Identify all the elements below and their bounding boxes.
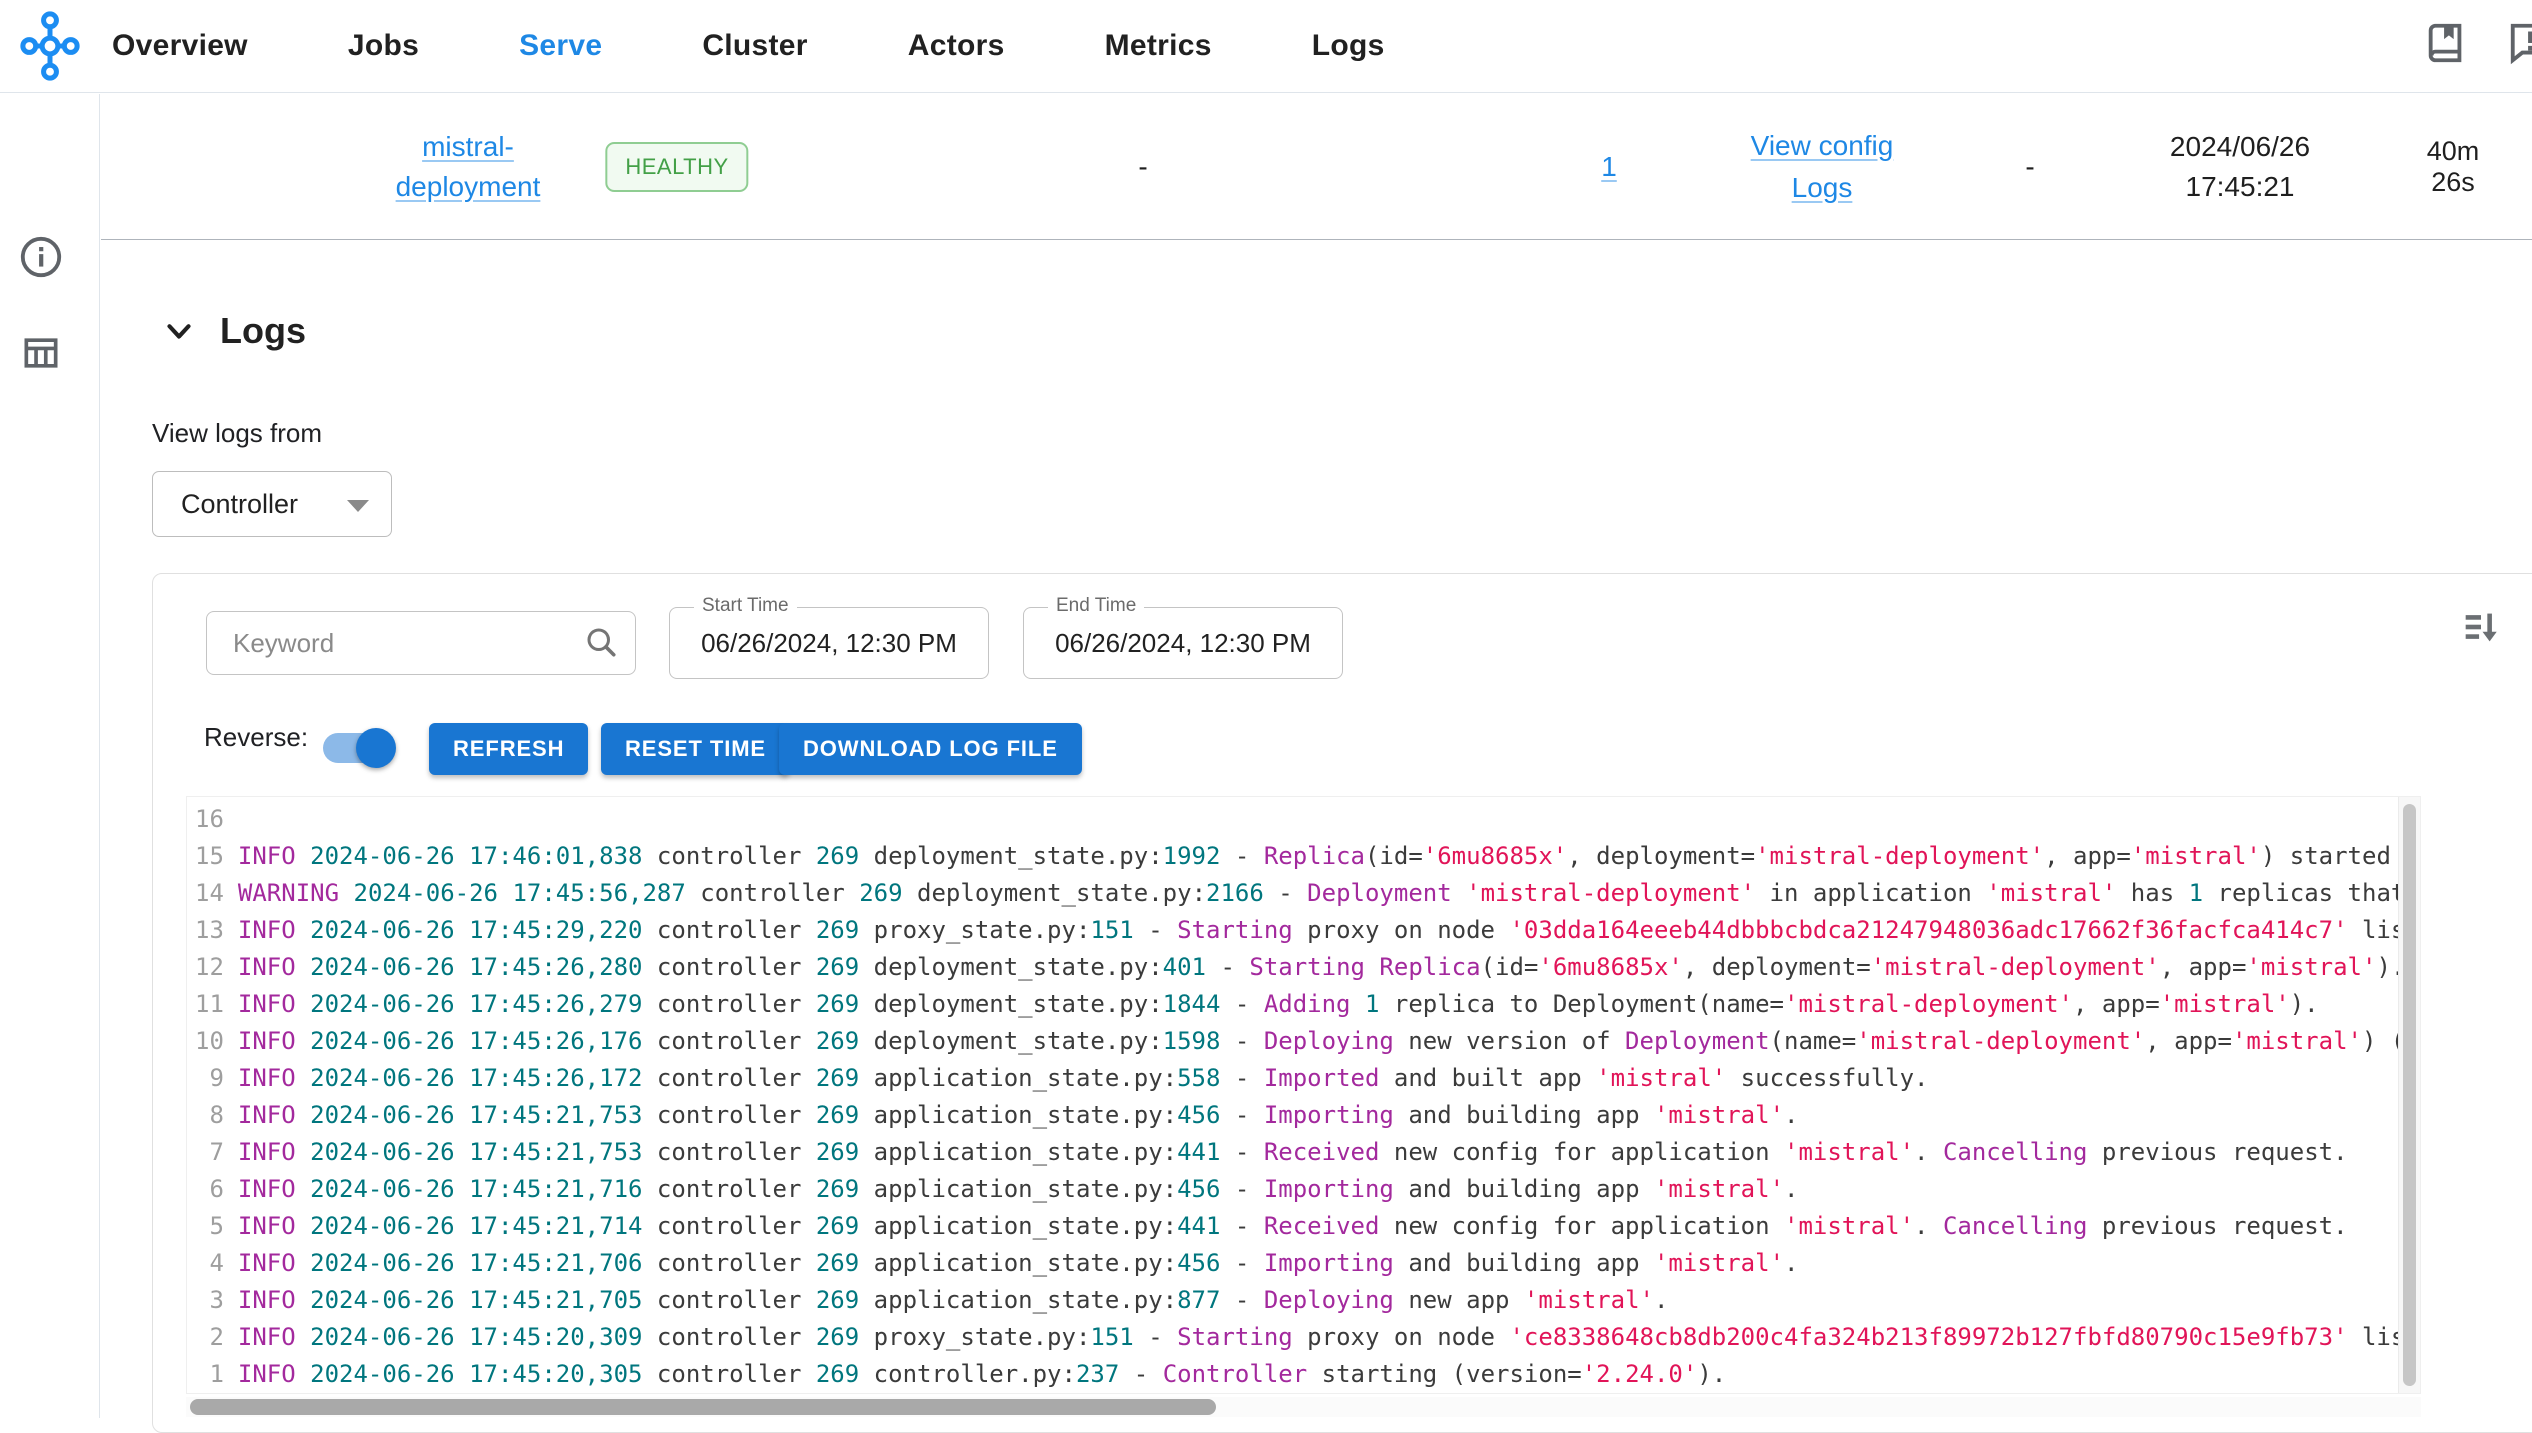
log-line: 9 INFO 2024-06-26 17:45:26,172 controller… bbox=[209, 1064, 1929, 1092]
deployment-name-link[interactable]: mistral-deployment bbox=[396, 131, 541, 202]
table-view-icon[interactable] bbox=[17, 330, 65, 378]
keyword-search-field bbox=[206, 611, 636, 675]
log-source-select[interactable]: Controller bbox=[152, 471, 392, 537]
log-output-box: 16 15 INFO 2024-06-26 17:46:01,838 control… bbox=[186, 796, 2421, 1394]
log-line: 14 WARNING 2024-06-26 17:45:56,287 contro… bbox=[195, 879, 2406, 907]
log-line: 5 INFO 2024-06-26 17:45:21,714 controller… bbox=[209, 1212, 2348, 1240]
start-time-field: Start Time bbox=[669, 595, 989, 679]
log-line: 12 INFO 2024-06-26 17:45:26,280 controlle… bbox=[195, 953, 2406, 981]
info-icon[interactable] bbox=[17, 234, 65, 282]
keyword-input[interactable] bbox=[233, 627, 581, 659]
reverse-toggle[interactable] bbox=[323, 728, 396, 768]
end-time-input[interactable] bbox=[1024, 608, 1342, 678]
chevron-down-icon[interactable] bbox=[160, 312, 198, 350]
row-logs-link[interactable]: Logs bbox=[1792, 172, 1853, 203]
actions-cell: View config Logs bbox=[1751, 125, 1894, 209]
logs-section-header[interactable]: Logs bbox=[160, 310, 306, 352]
left-rail bbox=[0, 94, 100, 1418]
replicas-cell: 1 bbox=[1601, 151, 1617, 183]
refresh-button[interactable]: REFRESH bbox=[429, 723, 589, 775]
toggle-thumb bbox=[356, 728, 396, 768]
logs-section-title: Logs bbox=[220, 310, 306, 351]
nav-tab-metrics[interactable]: Metrics bbox=[1105, 29, 1212, 63]
horizontal-scrollbar-thumb[interactable] bbox=[190, 1399, 1216, 1415]
duration-cell: 40m 26s bbox=[2426, 135, 2480, 197]
log-line: 10 INFO 2024-06-26 17:45:26,176 controlle… bbox=[195, 1027, 2406, 1055]
end-time-field: End Time bbox=[1023, 595, 1343, 679]
feedback-icon[interactable] bbox=[2506, 20, 2532, 68]
horizontal-scrollbar[interactable] bbox=[186, 1397, 2421, 1417]
empty-cell: - bbox=[2025, 150, 2035, 182]
end-time-label: End Time bbox=[1048, 595, 1145, 617]
status-message-cell: - bbox=[1138, 150, 1148, 182]
status-badge: HEALTHY bbox=[605, 141, 749, 192]
log-line: 2 INFO 2024-06-26 17:45:20,309 controller… bbox=[209, 1323, 2406, 1351]
reset-time-button[interactable]: RESET TIME bbox=[601, 723, 791, 775]
nav-tab-actors[interactable]: Actors bbox=[908, 29, 1005, 63]
view-logs-from-label: View logs from bbox=[152, 418, 323, 448]
ray-logo bbox=[20, 11, 80, 81]
start-time-input[interactable] bbox=[670, 608, 988, 678]
log-line: 8 INFO 2024-06-26 17:45:21,753 controller… bbox=[209, 1101, 1799, 1129]
log-line: 15 INFO 2024-06-26 17:46:01,838 controlle… bbox=[195, 842, 2420, 870]
vertical-scrollbar-thumb[interactable] bbox=[2403, 804, 2416, 1386]
log-line: 6 INFO 2024-06-26 17:45:21,716 controller… bbox=[209, 1175, 1799, 1203]
log-line: 7 INFO 2024-06-26 17:45:21,753 controller… bbox=[209, 1138, 2348, 1166]
deployment-name-cell: mistral-deployment bbox=[388, 127, 548, 207]
nav-tab-overview[interactable]: Overview bbox=[112, 29, 248, 63]
nav-tab-cluster[interactable]: Cluster bbox=[702, 29, 807, 63]
log-viewer-card: Start Time End Time Reverse: REFRESH RES… bbox=[152, 573, 2532, 1433]
vertical-scrollbar[interactable] bbox=[2398, 797, 2420, 1393]
top-nav-bar: Overview Jobs Serve Cluster Actors Metri… bbox=[0, 0, 2532, 93]
log-line: 4 INFO 2024-06-26 17:45:21,706 controller… bbox=[209, 1249, 1799, 1277]
log-line: 13 INFO 2024-06-26 17:45:29,220 controlle… bbox=[195, 916, 2406, 944]
log-line: 1 INFO 2024-06-26 17:45:20,305 controller… bbox=[209, 1360, 1727, 1388]
log-lines: 16 15 INFO 2024-06-26 17:46:01,838 control… bbox=[187, 797, 2420, 1393]
log-line: 16 bbox=[195, 805, 224, 833]
reverse-toggle-label: Reverse: bbox=[204, 722, 309, 752]
nav-tab-jobs[interactable]: Jobs bbox=[348, 29, 419, 63]
select-dropdown-arrow-icon bbox=[347, 500, 369, 512]
log-line: 11 INFO 2024-06-26 17:45:26,279 controlle… bbox=[195, 990, 2319, 1018]
search-icon[interactable] bbox=[581, 623, 621, 663]
started-at-cell: 2024/06/26 17:45:21 bbox=[2169, 130, 2311, 202]
deployment-status-cell: HEALTHY bbox=[605, 141, 749, 192]
docs-book-icon[interactable] bbox=[2422, 20, 2470, 68]
log-source-selected-value: Controller bbox=[181, 488, 299, 519]
nav-tab-serve[interactable]: Serve bbox=[519, 29, 602, 63]
view-config-link[interactable]: View config bbox=[1751, 130, 1894, 161]
nav-tabs: Overview Jobs Serve Cluster Actors Metri… bbox=[112, 29, 1385, 63]
start-time-label: Start Time bbox=[694, 595, 797, 617]
log-line: 3 INFO 2024-06-26 17:45:21,705 controller… bbox=[209, 1286, 1669, 1314]
sort-descending-icon[interactable] bbox=[2457, 604, 2505, 652]
download-log-file-button[interactable]: DOWNLOAD LOG FILE bbox=[779, 723, 1082, 775]
nav-right-icons bbox=[2422, 20, 2532, 68]
nav-tab-logs[interactable]: Logs bbox=[1312, 29, 1385, 63]
replicas-count-link[interactable]: 1 bbox=[1601, 151, 1617, 182]
deployment-table-row: mistral-deployment HEALTHY - 1 View conf… bbox=[101, 94, 2532, 240]
